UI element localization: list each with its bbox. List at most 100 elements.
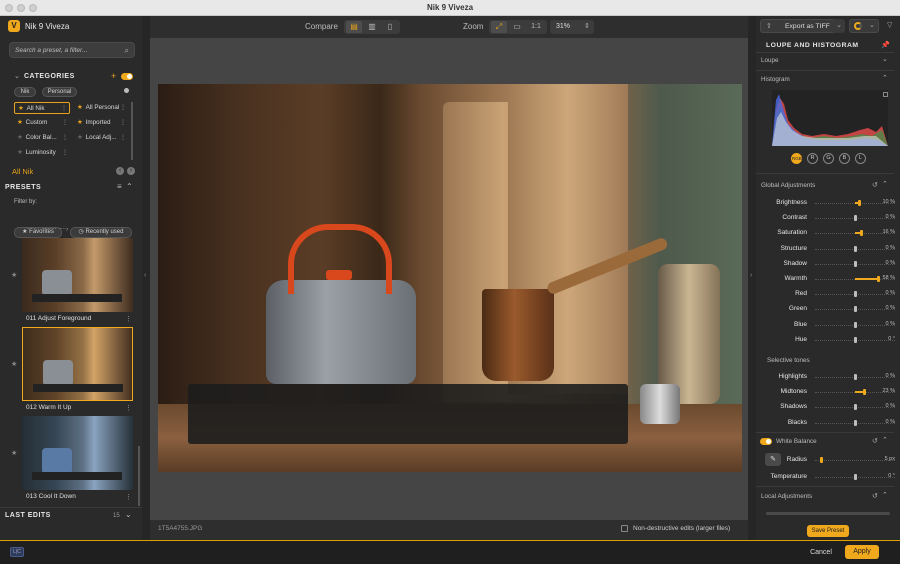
slider-track[interactable] bbox=[815, 460, 895, 461]
chevron-down-icon[interactable]: ⌄ bbox=[14, 72, 20, 80]
slider-handle[interactable] bbox=[854, 246, 857, 252]
more-icon[interactable]: ⋮ bbox=[61, 103, 67, 115]
hist-channel-g[interactable]: G bbox=[823, 153, 834, 164]
category-color-balance[interactable]: ★ Color Bal... ⋮ bbox=[14, 132, 70, 144]
slider-handle[interactable] bbox=[820, 457, 823, 463]
preset-thumbnail[interactable] bbox=[22, 238, 133, 312]
preset-thumbnail[interactable] bbox=[22, 416, 133, 490]
chevron-left-icon[interactable]: ‹ bbox=[144, 272, 146, 279]
local-adjustments-scrollbar[interactable] bbox=[766, 512, 890, 515]
tab-nik[interactable]: Nik bbox=[14, 87, 36, 97]
more-icon[interactable]: ⋮ bbox=[62, 117, 68, 129]
more-icon[interactable]: ⋮ bbox=[62, 132, 68, 144]
hist-channel-r[interactable]: R bbox=[807, 153, 818, 164]
presets-scrollbar[interactable] bbox=[138, 446, 140, 506]
chevron-right-icon[interactable]: › bbox=[127, 167, 135, 175]
slider-handle[interactable] bbox=[860, 230, 863, 236]
zoom-fill-icon[interactable]: ▭ bbox=[509, 21, 525, 33]
more-icon[interactable]: ⋮ bbox=[125, 404, 132, 412]
search-icon: ⌕ bbox=[124, 46, 129, 55]
chevron-up-icon[interactable]: ⌃ bbox=[882, 491, 888, 499]
more-icon[interactable]: ⋮ bbox=[120, 117, 126, 129]
more-icon[interactable]: ⋮ bbox=[120, 102, 126, 114]
hist-channel-l[interactable]: L bbox=[855, 153, 866, 164]
category-label: Custom bbox=[25, 119, 48, 126]
white-balance-toggle[interactable] bbox=[760, 438, 772, 445]
category-custom[interactable]: ★ Custom ⋮ bbox=[14, 117, 70, 129]
save-preset-button[interactable]: Save Preset bbox=[807, 525, 849, 537]
add-category-icon[interactable]: + bbox=[111, 71, 116, 81]
hist-channel-rgb[interactable]: RGB bbox=[791, 153, 802, 164]
slider-handle[interactable] bbox=[877, 276, 880, 282]
chevron-left-icon[interactable]: ‹ bbox=[116, 167, 124, 175]
progress-menu-button[interactable]: ⌄ bbox=[849, 19, 879, 33]
preview-image[interactable] bbox=[158, 84, 742, 472]
slider-handle[interactable] bbox=[854, 306, 857, 312]
slider-handle[interactable] bbox=[863, 389, 866, 395]
category-local-adjustments[interactable]: ★ Local Adj... ⋮ bbox=[74, 132, 128, 144]
more-icon[interactable]: ⋮ bbox=[120, 132, 126, 144]
chevron-right-icon[interactable]: › bbox=[750, 272, 752, 279]
slider-handle[interactable] bbox=[854, 420, 857, 426]
reset-icon[interactable]: ↺ bbox=[872, 492, 878, 500]
pin-icon[interactable]: 📌 bbox=[881, 41, 890, 49]
export-button[interactable]: ⇧ Export as TIFF bbox=[760, 19, 842, 33]
tab-personal[interactable]: Personal bbox=[42, 87, 77, 97]
nondestructive-checkbox[interactable] bbox=[621, 525, 628, 532]
preset-search-input[interactable]: Search a preset, a filter... ⌕ bbox=[9, 42, 135, 58]
list-view-icon[interactable]: ≡ bbox=[117, 182, 122, 191]
slider-handle[interactable] bbox=[854, 337, 857, 343]
slider-handle[interactable] bbox=[854, 374, 857, 380]
left-panel-collapse[interactable]: ‹ bbox=[142, 16, 150, 540]
more-icon[interactable]: ⋮ bbox=[62, 147, 68, 159]
more-icon[interactable]: ⋮ bbox=[125, 315, 132, 323]
chevron-down-icon[interactable]: ⌄ bbox=[125, 510, 132, 519]
chevron-up-icon[interactable]: ⌃ bbox=[882, 74, 888, 82]
categories-scrollbar[interactable] bbox=[131, 102, 133, 160]
slider-value: 0 ° bbox=[888, 473, 895, 479]
favorite-star-icon[interactable]: ★ bbox=[11, 271, 17, 279]
slider-handle[interactable] bbox=[854, 215, 857, 221]
star-icon: ★ bbox=[18, 105, 24, 112]
chevron-down-icon[interactable]: ⌄ bbox=[882, 55, 888, 63]
preset-thumbnail-selected[interactable] bbox=[22, 327, 133, 401]
compare-split-icon[interactable]: ▯ bbox=[382, 21, 398, 33]
compare-single-icon[interactable]: ▤ bbox=[346, 21, 362, 33]
chevron-up-icon[interactable]: ⌃ bbox=[882, 436, 888, 444]
filter-funnel-icon[interactable]: ▽ bbox=[887, 21, 892, 29]
zoom-1to1-button[interactable]: 1:1 bbox=[527, 21, 545, 33]
export-dropdown-chevron-icon[interactable]: ⌄ bbox=[833, 19, 845, 33]
apply-button[interactable]: Apply bbox=[845, 545, 879, 559]
compare-side-by-side-icon[interactable]: ▥ bbox=[364, 21, 380, 33]
favorite-star-icon[interactable]: ★ bbox=[11, 449, 17, 457]
categories-toggle[interactable] bbox=[121, 73, 133, 80]
zoom-select[interactable]: 31% ⇕ bbox=[550, 20, 594, 34]
category-all-nik[interactable]: ★ All Nik ⋮ bbox=[14, 102, 70, 114]
slider-handle[interactable] bbox=[854, 261, 857, 267]
preview-area: Compare ▤ ▥ ▯ Zoom ⤢ ▭ 1:1 31% ⇕ 1T5A475… bbox=[150, 16, 748, 540]
category-luminosity[interactable]: ★ Luminosity ⋮ bbox=[14, 147, 70, 159]
preset-label: 013 Cool It Down bbox=[26, 493, 76, 500]
current-collection: All Nik bbox=[12, 167, 34, 176]
cancel-button[interactable]: Cancel bbox=[805, 546, 837, 559]
compare-mode-icon[interactable]: L|C bbox=[10, 547, 24, 557]
hist-channel-b[interactable]: B bbox=[839, 153, 850, 164]
slider-handle[interactable] bbox=[858, 200, 861, 206]
chevron-up-icon[interactable]: ⌃ bbox=[882, 180, 888, 188]
category-all-personal[interactable]: ★ All Personal ⋮ bbox=[74, 102, 128, 114]
thumb-kettle bbox=[43, 360, 73, 386]
category-imported[interactable]: ★ Imported ⋮ bbox=[74, 117, 128, 129]
clipping-indicator-icon[interactable] bbox=[883, 92, 888, 97]
slider-handle[interactable] bbox=[854, 322, 857, 328]
eyedropper-icon[interactable]: ✎ bbox=[765, 453, 781, 466]
more-icon[interactable]: ⋮ bbox=[125, 493, 132, 501]
reset-icon[interactable]: ↺ bbox=[872, 181, 878, 189]
zoom-fit-icon[interactable]: ⤢ bbox=[491, 21, 507, 33]
favorite-star-icon[interactable]: ★ bbox=[11, 360, 17, 368]
slider-handle[interactable] bbox=[854, 404, 857, 410]
reset-icon[interactable]: ↺ bbox=[872, 437, 878, 445]
slider-handle[interactable] bbox=[854, 474, 857, 480]
slider-handle[interactable] bbox=[854, 291, 857, 297]
divider bbox=[756, 432, 894, 433]
chevron-up-icon[interactable]: ⌃ bbox=[126, 182, 133, 191]
